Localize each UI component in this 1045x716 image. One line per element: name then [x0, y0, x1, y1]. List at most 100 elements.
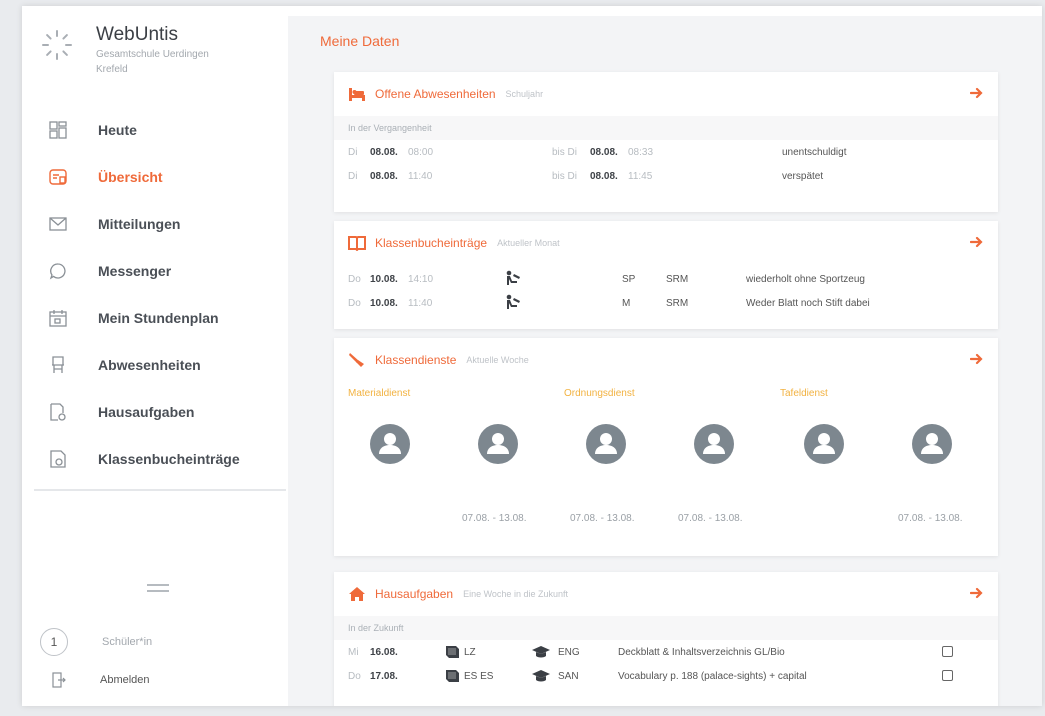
entry-teacher: SRM	[666, 297, 689, 309]
duty-date: 07.08. - 13.08.	[678, 513, 743, 524]
card-title: Offene Abwesenheiten	[375, 87, 496, 101]
card-title: Hausaufgaben	[375, 587, 454, 601]
sidebar-item-messenger[interactable]: Messenger	[22, 247, 288, 294]
entry-text: Weder Blatt noch Stift dabei	[746, 297, 870, 309]
user-profile[interactable]: 1 Schüler*in	[40, 628, 152, 656]
homework-date: 17.08.	[370, 670, 398, 682]
sidebar: WebUntis Gesamtschule Uerdingen Krefeld …	[22, 6, 288, 706]
absence-date: 08.08.	[370, 170, 398, 182]
avatar-icon[interactable]	[694, 424, 734, 464]
sidebar-item-label: Messenger	[98, 262, 172, 279]
bed-icon	[348, 86, 366, 102]
avatar-icon[interactable]	[804, 424, 844, 464]
absence-to-time: 08:33	[628, 146, 654, 158]
absence-time: 08:00	[408, 146, 434, 158]
chair-icon	[48, 355, 68, 375]
arrow-right-icon[interactable]	[970, 352, 984, 366]
avatar-icon[interactable]	[586, 424, 626, 464]
dashboard-icon	[48, 120, 68, 140]
classbook-row[interactable]: Do 10.08. 14:10 SP SRM wiederholt ohne S…	[334, 267, 998, 291]
seated-student-icon	[506, 294, 520, 309]
sidebar-item-mitteilungen[interactable]: Mitteilungen	[22, 200, 288, 247]
mail-icon	[48, 214, 68, 234]
sidebar-item-klassenbucheintraege[interactable]: Klassenbucheinträge	[22, 435, 288, 482]
logout-button[interactable]: Abmelden	[52, 672, 150, 688]
logo: WebUntis Gesamtschule Uerdingen Krefeld	[40, 24, 209, 76]
homework-icon	[48, 402, 68, 422]
entry-text: wiederholt ohne Sportzeug	[746, 273, 865, 285]
homework-course: LZ	[464, 646, 476, 658]
sidebar-item-hausaufgaben[interactable]: Hausaufgaben	[22, 388, 288, 435]
sidebar-item-label: Mitteilungen	[98, 215, 181, 232]
homework-row[interactable]: Mi 16.08. LZ ENG Deckblatt & Inhaltsverz…	[334, 640, 998, 664]
house-icon	[348, 586, 366, 602]
arrow-right-icon[interactable]	[970, 86, 984, 100]
arrow-right-icon[interactable]	[970, 235, 984, 249]
avatar-icon[interactable]	[370, 424, 410, 464]
homework-done-checkbox[interactable]	[942, 670, 953, 681]
sidebar-item-heute[interactable]: Heute	[22, 106, 288, 153]
absence-day: Di	[348, 146, 358, 158]
absence-date: 08.08.	[370, 146, 398, 158]
section-label: In der Zukunft	[334, 616, 998, 640]
absence-row[interactable]: Di 08.08. 08:00 bis Di 08.08. 08:33 unen…	[334, 140, 998, 164]
seated-student-icon	[506, 270, 520, 285]
entry-time: 14:10	[408, 273, 434, 285]
logout-icon	[52, 672, 66, 688]
entry-date: 10.08.	[370, 297, 398, 309]
homework-day: Do	[348, 670, 361, 682]
logout-label: Abmelden	[100, 674, 150, 686]
arrow-right-icon[interactable]	[970, 586, 984, 600]
graduation-cap-icon	[532, 646, 550, 658]
absences-header[interactable]: Offene Abwesenheiten Schuljahr	[334, 72, 998, 116]
sidebar-item-label: Übersicht	[98, 168, 163, 185]
homework-card: Hausaufgaben Eine Woche in die Zukunft I…	[334, 572, 998, 706]
duty-date: 07.08. - 13.08.	[462, 513, 527, 524]
card-subtitle: Aktuelle Woche	[466, 355, 529, 365]
app-window: WebUntis Gesamtschule Uerdingen Krefeld …	[22, 6, 1042, 706]
absence-row[interactable]: Di 08.08. 11:40 bis Di 08.08. 11:45 vers…	[334, 164, 998, 188]
card-subtitle: Schuljahr	[505, 89, 544, 99]
card-subtitle: Aktueller Monat	[497, 238, 560, 248]
duty-label: Ordnungsdienst	[564, 388, 635, 399]
book-stack-icon	[446, 646, 459, 658]
main-content: Meine Daten Offene Abwesenheiten Schulja…	[288, 16, 1042, 706]
duty-label: Tafeldienst	[780, 388, 828, 399]
duty-date: 07.08. - 13.08.	[570, 513, 635, 524]
homework-header[interactable]: Hausaufgaben Eine Woche in die Zukunft	[334, 572, 998, 616]
homework-subject: ENG	[558, 646, 580, 658]
card-title: Klassendienste	[375, 353, 457, 367]
school-name: Gesamtschule Uerdingen	[96, 49, 209, 60]
class-register-icon	[48, 449, 68, 469]
classbook-row[interactable]: Do 10.08. 11:40 M SRM Weder Blatt noch S…	[334, 291, 998, 315]
absence-to-prefix: bis Di	[552, 170, 578, 182]
sidebar-item-uebersicht[interactable]: Übersicht	[22, 153, 288, 200]
sidebar-item-abwesenheiten[interactable]: Abwesenheiten	[22, 341, 288, 388]
entry-day: Do	[348, 273, 361, 285]
sidebar-item-label: Heute	[98, 121, 137, 138]
entry-date: 10.08.	[370, 273, 398, 285]
drag-handle-icon[interactable]	[147, 584, 169, 596]
entry-subject: M	[622, 297, 631, 309]
card-title: Klassenbucheinträge	[375, 236, 488, 250]
homework-done-checkbox[interactable]	[942, 646, 953, 657]
sidebar-item-mein-stundenplan[interactable]: Mein Stundenplan	[22, 294, 288, 341]
calendar-icon	[48, 308, 68, 328]
duty-date: 07.08. - 13.08.	[898, 513, 963, 524]
chat-bubble-icon	[48, 261, 68, 281]
homework-day: Mi	[348, 646, 359, 658]
sidebar-item-label: Mein Stundenplan	[98, 309, 219, 326]
absence-to-date: 08.08.	[590, 170, 618, 182]
graduation-cap-icon	[532, 670, 550, 682]
homework-subject: SAN	[558, 670, 579, 682]
absence-status: unentschuldigt	[782, 146, 847, 158]
brand-name: WebUntis	[96, 24, 179, 45]
class-duties-header[interactable]: Klassendienste Aktuelle Woche	[334, 338, 998, 382]
avatar-icon[interactable]	[478, 424, 518, 464]
homework-row[interactable]: Do 17.08. ES ES SAN Vocabulary p. 188 (p…	[334, 664, 998, 688]
school-city: Krefeld	[96, 64, 128, 75]
absence-to-prefix: bis Di	[552, 146, 578, 158]
classbook-header[interactable]: Klassenbucheinträge Aktueller Monat	[334, 221, 998, 265]
sidebar-divider	[34, 489, 286, 491]
avatar-icon[interactable]	[912, 424, 952, 464]
